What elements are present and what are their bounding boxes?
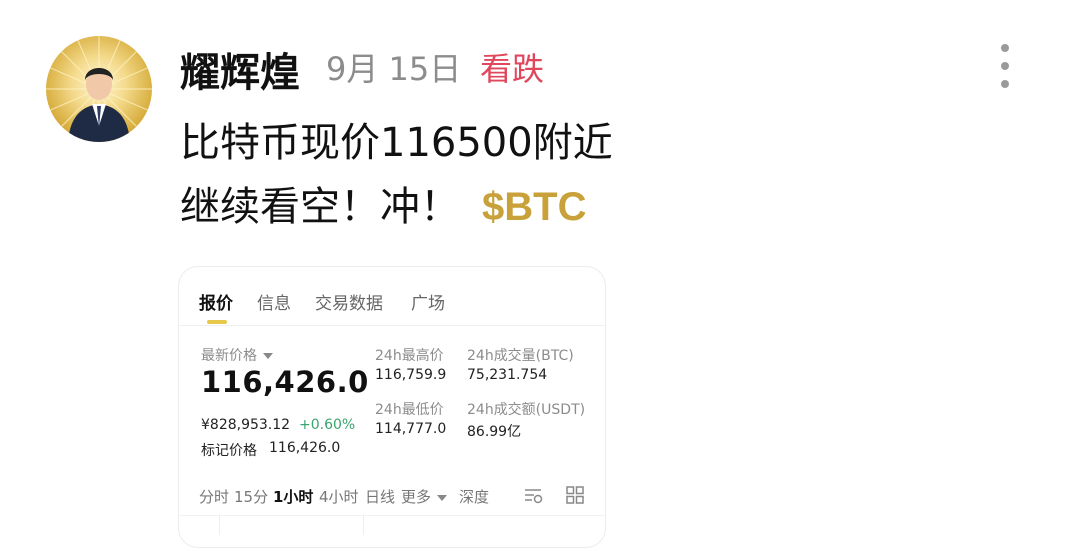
chart-grid-line	[363, 515, 364, 535]
low-value: 114,777.0	[375, 421, 447, 437]
active-tab-indicator	[207, 320, 227, 324]
market-card[interactable]: 报价 信息 交易数据 广场 最新价格 116,426.0 ¥828,953.12…	[178, 266, 606, 548]
post-text-line-2: 继续看空！冲！ $BTC	[180, 174, 586, 232]
avatar-portrait	[46, 36, 152, 142]
interval-more[interactable]: 更多	[401, 486, 448, 507]
tab-trade-data[interactable]: 交易数据	[315, 289, 383, 314]
mark-price-label: 标记价格	[201, 443, 257, 459]
tab-info[interactable]: 信息	[257, 289, 291, 314]
card-tabs: 报价 信息 交易数据 广场	[179, 267, 605, 326]
high-value: 116,759.9	[375, 367, 447, 383]
volume-btc-label: 24h成交量(BTC)	[467, 348, 574, 364]
author-avatar[interactable]	[46, 36, 152, 142]
mark-price: 116,426.0	[269, 440, 341, 456]
post-text-line-1: 比特币现价116500附近	[180, 120, 613, 166]
interval-1h[interactable]: 1小时	[273, 486, 313, 507]
ticker-link[interactable]: $BTC	[482, 185, 586, 229]
interval-timeline[interactable]: 分时	[199, 486, 229, 507]
volume-btc-value: 75,231.754	[467, 367, 548, 383]
depth-tab[interactable]: 深度	[459, 486, 489, 507]
more-vertical-icon	[1001, 44, 1009, 52]
tab-square[interactable]: 广场	[411, 289, 445, 314]
post-date: 9月 15日	[326, 50, 462, 88]
author-name[interactable]: 耀辉煌	[180, 40, 300, 98]
price-change: +0.60%	[299, 417, 356, 433]
latest-price: 116,426.0	[201, 365, 369, 399]
tab-quote[interactable]: 报价	[199, 289, 233, 314]
volume-usdt-label: 24h成交额(USDT)	[467, 402, 586, 418]
chevron-down-icon	[263, 353, 273, 359]
latest-price-label[interactable]: 最新价格	[201, 345, 273, 365]
interval-15m[interactable]: 15分	[234, 486, 268, 507]
chart-settings-icon[interactable]	[523, 485, 543, 505]
high-label: 24h最高价	[375, 348, 444, 364]
volume-usdt-value: 86.99亿	[467, 424, 522, 440]
interval-day[interactable]: 日线	[365, 486, 395, 507]
grid-layout-icon[interactable]	[565, 485, 585, 505]
sentiment-tag: 看跌	[480, 50, 545, 88]
post-text-line-2-text: 继续看空！冲！	[180, 184, 460, 230]
chart-top-border	[179, 515, 605, 516]
cny-price: ¥828,953.12	[201, 417, 291, 433]
low-label: 24h最低价	[375, 402, 444, 418]
chevron-down-icon	[437, 494, 448, 501]
interval-4h[interactable]: 4小时	[319, 486, 359, 507]
more-options-button[interactable]	[992, 44, 1018, 88]
chart-grid-line	[219, 515, 220, 535]
